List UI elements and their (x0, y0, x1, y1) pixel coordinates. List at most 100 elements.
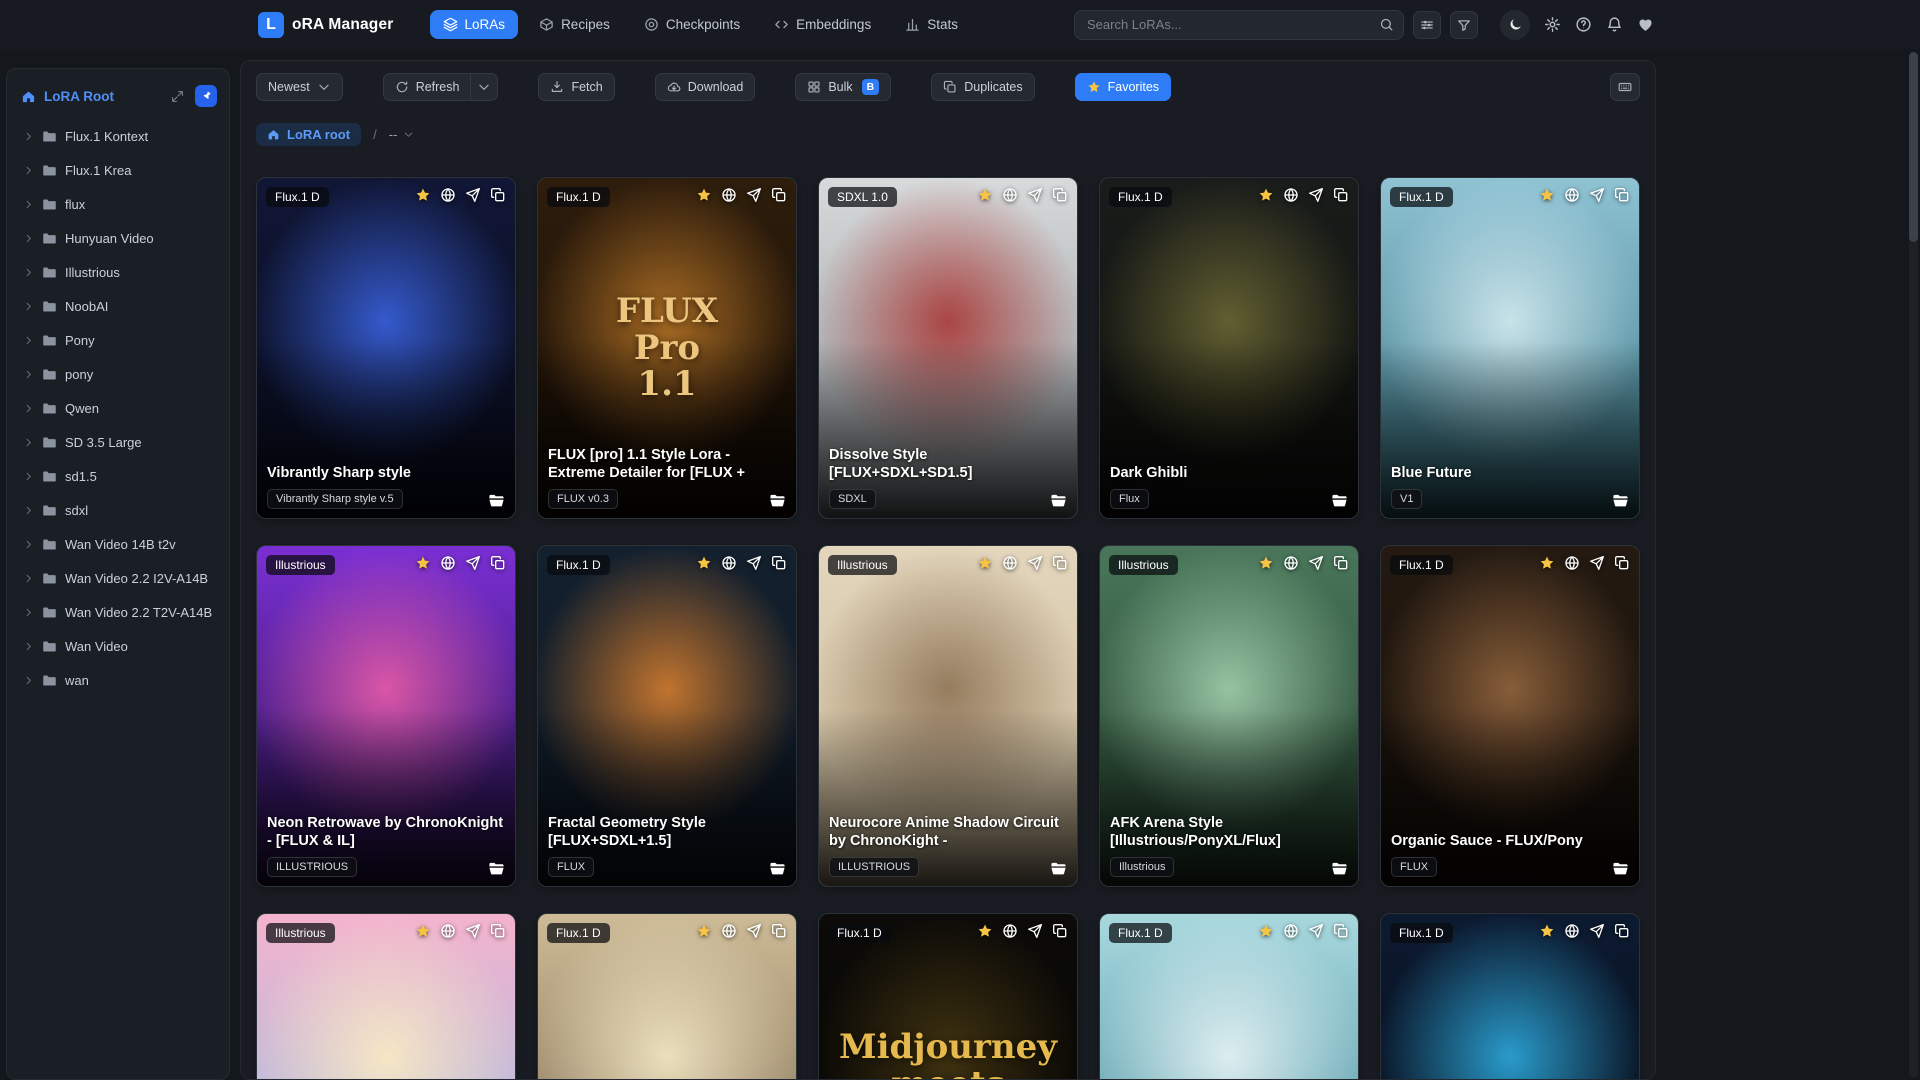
sidebar-folder-item[interactable]: sd1.5 (7, 459, 229, 493)
favorite-star-icon[interactable] (1258, 555, 1274, 571)
send-icon[interactable] (1308, 923, 1324, 939)
favorite-star-icon[interactable] (1539, 187, 1555, 203)
bulk-button[interactable]: Bulk B (795, 73, 892, 101)
favorite-star-icon[interactable] (696, 187, 712, 203)
version-tag[interactable]: FLUX (548, 857, 595, 877)
favorite-star-icon[interactable] (1258, 923, 1274, 939)
version-tag[interactable]: Vibrantly Sharp style v.5 (267, 489, 403, 509)
chevron-right-icon[interactable] (23, 233, 34, 244)
open-folder-icon[interactable] (1050, 860, 1067, 877)
nav-tab-checkpoints[interactable]: Checkpoints (631, 10, 753, 39)
copy-icon[interactable] (1614, 187, 1630, 203)
help-button[interactable] (1575, 16, 1592, 33)
sidebar-folder-item[interactable]: NoobAI (7, 289, 229, 323)
lora-card[interactable]: SDXL 1.0 Dissolve Style [FLUX+SDXL+SD1.5]… (818, 177, 1078, 519)
globe-icon[interactable] (1564, 555, 1580, 571)
sidebar-folder-item[interactable]: Wan Video (7, 629, 229, 663)
fetch-button[interactable]: Fetch (538, 73, 615, 101)
copy-icon[interactable] (1614, 555, 1630, 571)
support-button[interactable] (1637, 16, 1654, 33)
globe-icon[interactable] (1283, 187, 1299, 203)
lora-card[interactable]: Illustrious AFK Arena Style [Illustrious/… (1099, 545, 1359, 887)
sidebar-folder-item[interactable]: Illustrious (7, 255, 229, 289)
sidebar-folder-item[interactable]: Hunyuan Video (7, 221, 229, 255)
theme-toggle-button[interactable] (1500, 9, 1530, 40)
lora-card[interactable]: Flux.1 D Organic Sauce - FLUX/Pony FLUX (1380, 545, 1640, 887)
sort-select[interactable]: Newest (256, 73, 343, 101)
version-tag[interactable]: SDXL (829, 489, 876, 509)
open-folder-icon[interactable] (488, 492, 505, 509)
globe-icon[interactable] (1564, 187, 1580, 203)
breadcrumb-current[interactable]: -- (389, 127, 415, 142)
open-folder-icon[interactable] (1612, 492, 1629, 509)
filter-funnel-button[interactable] (1450, 10, 1478, 39)
copy-icon[interactable] (1333, 187, 1349, 203)
chevron-right-icon[interactable] (23, 403, 34, 414)
favorite-star-icon[interactable] (696, 555, 712, 571)
open-folder-icon[interactable] (769, 492, 786, 509)
send-icon[interactable] (1589, 555, 1605, 571)
send-icon[interactable] (1589, 187, 1605, 203)
chevron-right-icon[interactable] (23, 335, 34, 346)
copy-icon[interactable] (1333, 923, 1349, 939)
pin-sidebar-button[interactable] (195, 85, 217, 107)
chevron-right-icon[interactable] (23, 131, 34, 142)
refresh-button[interactable]: Refresh (382, 73, 471, 101)
lora-card[interactable]: Midjourney meets FLUXFlux.1 D (818, 913, 1078, 1079)
filter-sliders-button[interactable] (1413, 10, 1441, 39)
globe-icon[interactable] (1564, 923, 1580, 939)
favorite-star-icon[interactable] (977, 187, 993, 203)
chevron-right-icon[interactable] (23, 607, 34, 618)
sidebar-folder-item[interactable]: Wan Video 2.2 T2V-A14B (7, 595, 229, 629)
lora-card[interactable]: FLUX Pro 1.1 Flux.1 D FLUX [pro] 1.1 Style… (537, 177, 797, 519)
chevron-right-icon[interactable] (23, 505, 34, 516)
lora-card[interactable]: Flux.1 D (1380, 913, 1640, 1079)
favorite-star-icon[interactable] (415, 555, 431, 571)
send-icon[interactable] (1589, 923, 1605, 939)
globe-icon[interactable] (721, 555, 737, 571)
chevron-right-icon[interactable] (23, 437, 34, 448)
sidebar-folder-item[interactable]: Flux.1 Kontext (7, 119, 229, 153)
globe-icon[interactable] (1002, 923, 1018, 939)
chevron-right-icon[interactable] (23, 301, 34, 312)
globe-icon[interactable] (440, 923, 456, 939)
sidebar-root-label[interactable]: LoRA Root (44, 89, 160, 104)
open-folder-icon[interactable] (1612, 860, 1629, 877)
nav-tab-recipes[interactable]: Recipes (526, 10, 623, 39)
favorite-star-icon[interactable] (1539, 923, 1555, 939)
search-input[interactable] (1074, 9, 1404, 40)
lora-card[interactable]: Flux.1 D Vibrantly Sharp style Vibrantly S… (256, 177, 516, 519)
open-folder-icon[interactable] (1331, 492, 1348, 509)
refresh-menu-button[interactable] (470, 73, 499, 101)
version-tag[interactable]: Illustrious (1110, 857, 1175, 877)
search-icon[interactable] (1379, 17, 1394, 32)
nav-tab-stats[interactable]: Stats (892, 10, 971, 39)
version-tag[interactable]: Flux (1110, 489, 1149, 509)
open-folder-icon[interactable] (488, 860, 505, 877)
copy-icon[interactable] (490, 555, 506, 571)
lora-card[interactable]: Flux.1 D Dark Ghibli Flux (1099, 177, 1359, 519)
globe-icon[interactable] (1283, 555, 1299, 571)
notifications-button[interactable] (1606, 16, 1623, 33)
version-tag[interactable]: ILLUSTRIOUS (829, 857, 920, 877)
lora-card[interactable]: Flux.1 D Blue Future V1 (1380, 177, 1640, 519)
sidebar-folder-item[interactable]: Wan Video 2.2 I2V-A14B (7, 561, 229, 595)
copy-icon[interactable] (1333, 555, 1349, 571)
scrollbar[interactable] (1909, 52, 1918, 1078)
globe-icon[interactable] (440, 187, 456, 203)
open-folder-icon[interactable] (1050, 492, 1067, 509)
version-tag[interactable]: FLUX v0.3 (548, 489, 618, 509)
version-tag[interactable]: ILLUSTRIOUS (267, 857, 358, 877)
copy-icon[interactable] (1614, 923, 1630, 939)
favorite-star-icon[interactable] (977, 555, 993, 571)
copy-icon[interactable] (1052, 187, 1068, 203)
copy-icon[interactable] (490, 187, 506, 203)
globe-icon[interactable] (721, 187, 737, 203)
send-icon[interactable] (465, 187, 481, 203)
settings-button[interactable] (1544, 16, 1561, 33)
copy-icon[interactable] (771, 187, 787, 203)
sidebar-folder-item[interactable]: wan (7, 663, 229, 697)
chevron-right-icon[interactable] (23, 267, 34, 278)
keyboard-shortcuts-button[interactable] (1610, 73, 1640, 101)
chevron-right-icon[interactable] (23, 675, 34, 686)
